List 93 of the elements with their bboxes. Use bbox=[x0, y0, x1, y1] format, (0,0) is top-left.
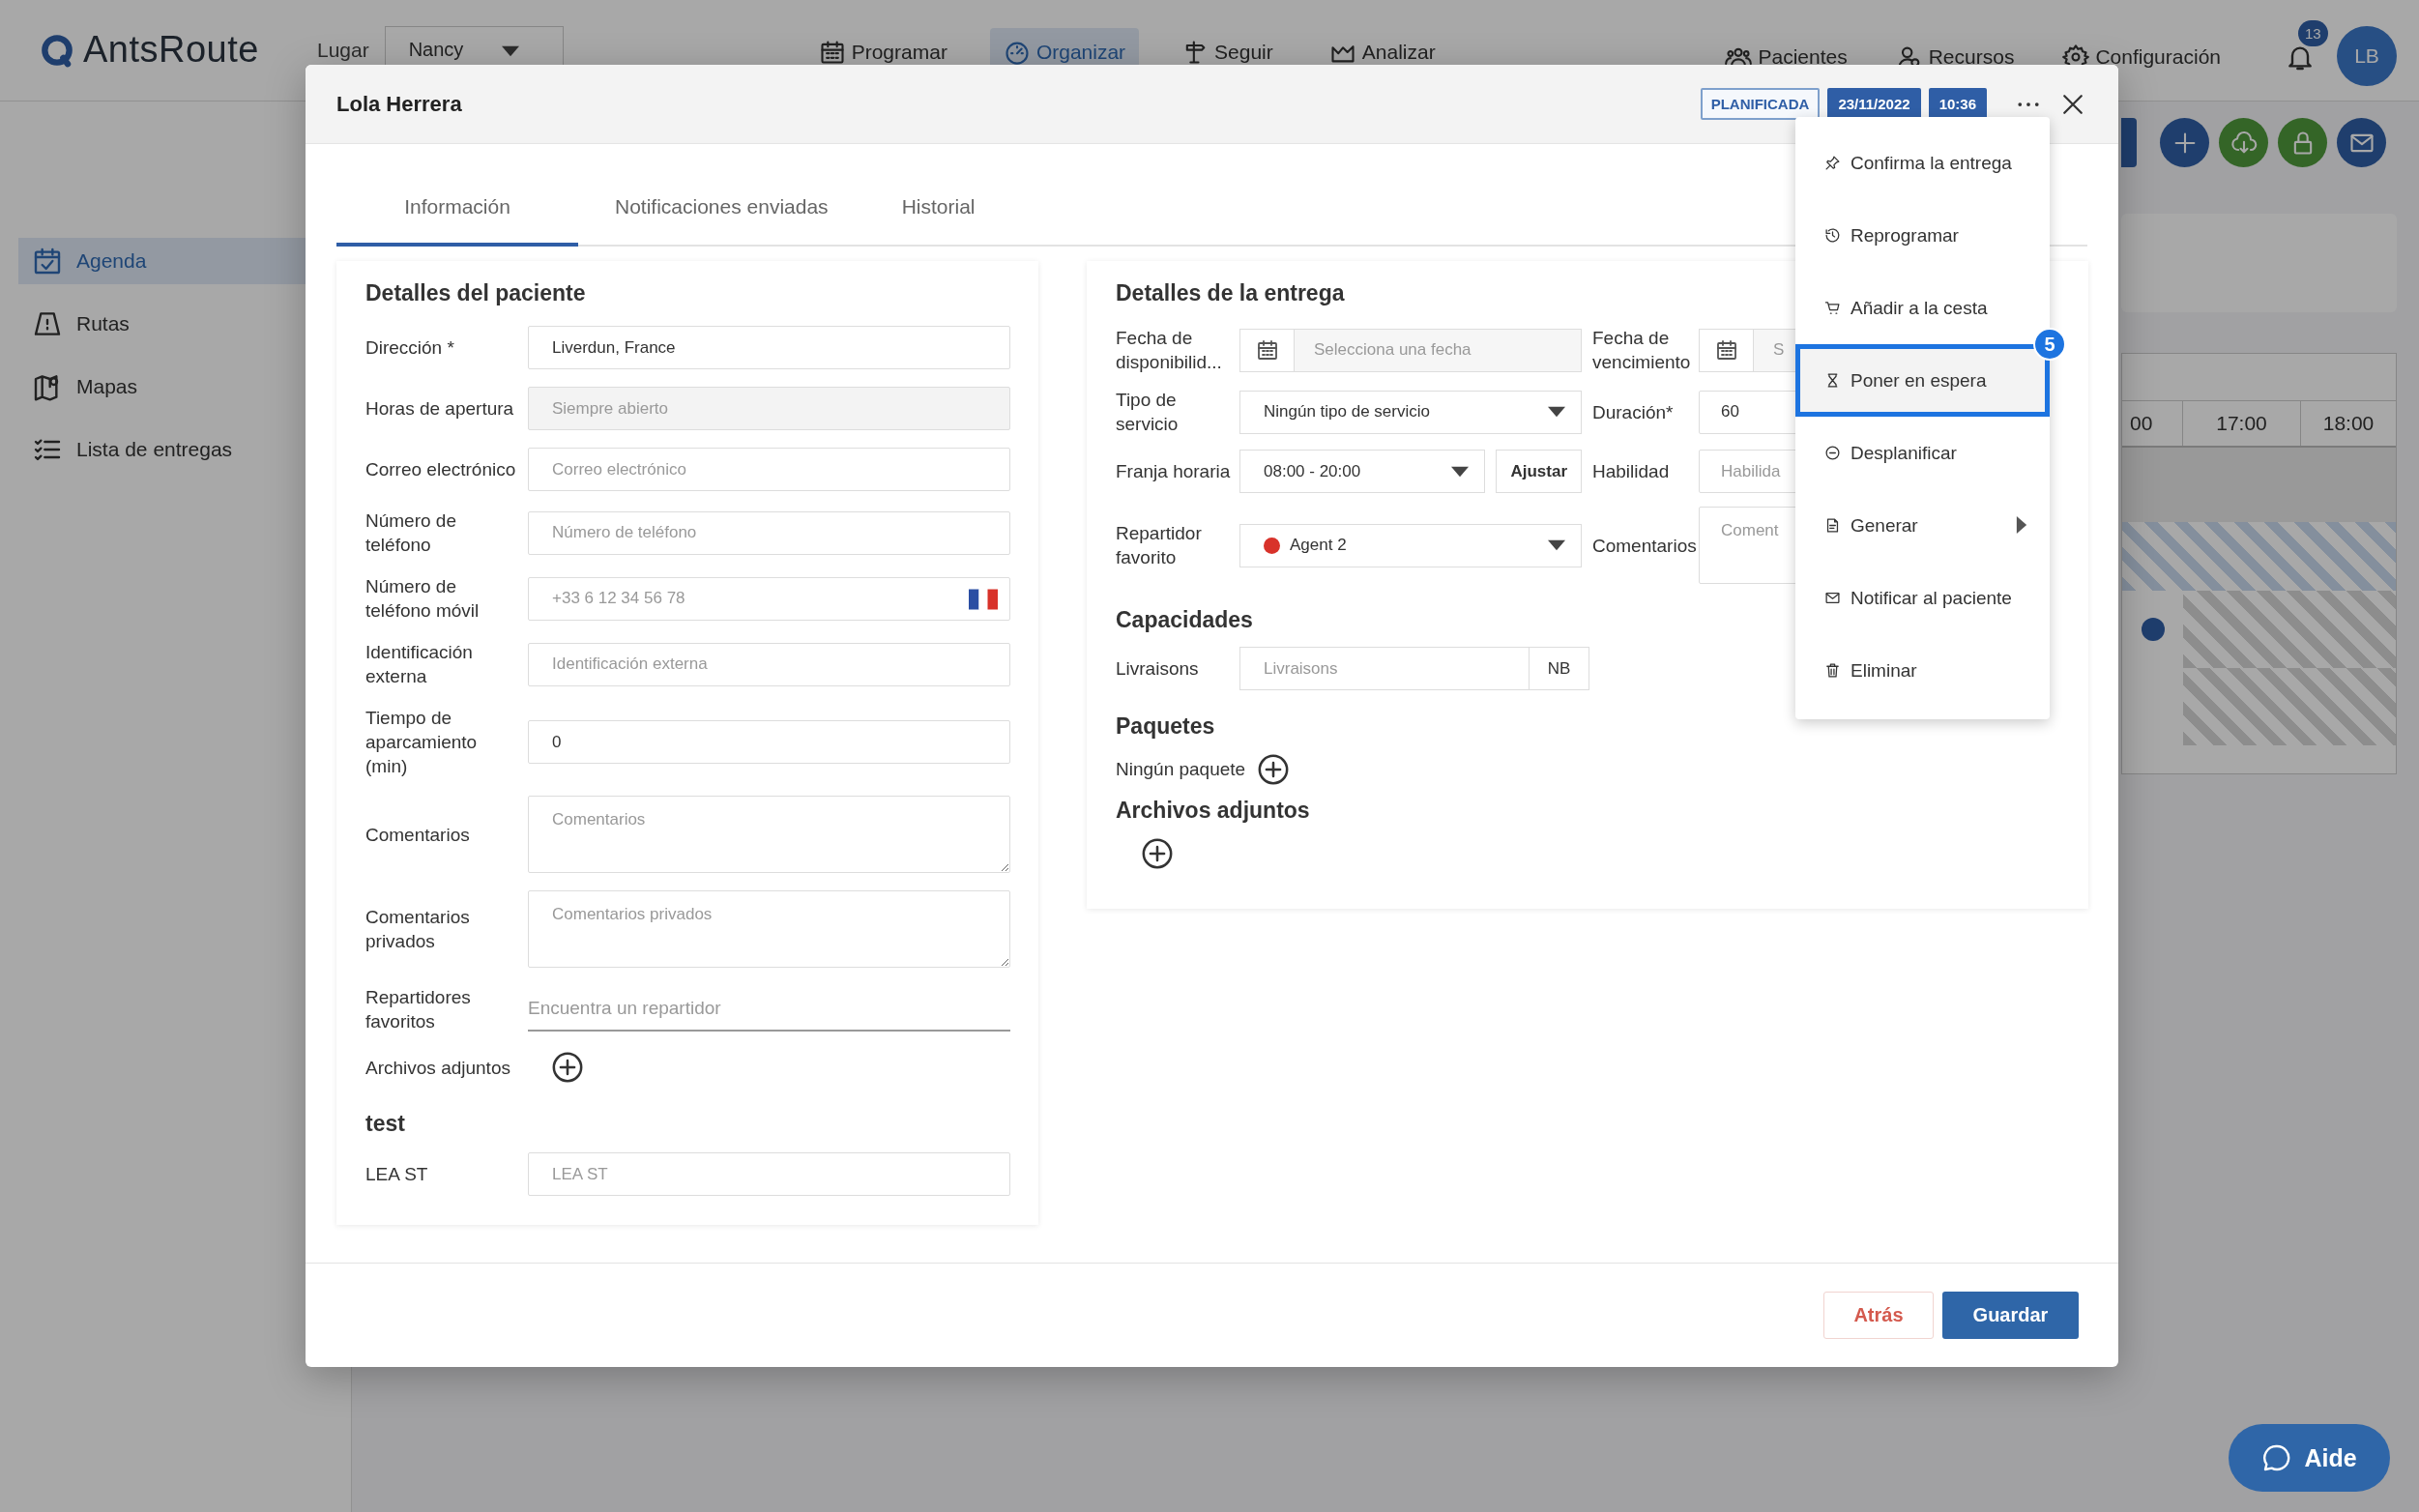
avatar[interactable]: LB bbox=[2337, 26, 2397, 86]
field-label: Correo electrónico bbox=[365, 458, 517, 481]
field-label: Horas de apertura bbox=[365, 397, 515, 421]
select-field[interactable]: Agent 2 bbox=[1239, 523, 1582, 567]
document-icon bbox=[1824, 517, 1841, 534]
time-label: 18:00 bbox=[2322, 412, 2375, 435]
menu-item[interactable]: Generar bbox=[1795, 489, 2050, 562]
field-label: Identificación externa bbox=[365, 641, 474, 688]
add-button[interactable] bbox=[2160, 118, 2209, 167]
menu-item[interactable]: Confirma la entrega bbox=[1795, 127, 2050, 199]
mail-button[interactable] bbox=[2337, 118, 2386, 167]
field-label: Tipo de servicio bbox=[1116, 389, 1180, 436]
modal-title: Lola Herrera bbox=[336, 91, 462, 117]
app-logo[interactable]: AntsRoute bbox=[83, 29, 259, 71]
text-area[interactable]: Comentarios bbox=[528, 796, 1010, 873]
time-label: 17:00 bbox=[2216, 412, 2267, 435]
field-label: Dirección * bbox=[365, 336, 455, 360]
save-button[interactable]: Guardar bbox=[1942, 1292, 2079, 1339]
trash-icon bbox=[1824, 662, 1841, 679]
sidebar-item[interactable]: Rutas bbox=[18, 301, 351, 347]
input-field[interactable]: LEA ST bbox=[528, 1152, 1010, 1196]
section-title: Detalles del paciente bbox=[365, 280, 587, 306]
sidebar-item[interactable]: Lista de entregas bbox=[18, 426, 351, 473]
adjust-button[interactable]: Ajustar bbox=[1496, 450, 1582, 493]
unit-label: NB bbox=[1530, 647, 1589, 690]
input-field[interactable]: 0 bbox=[528, 720, 1010, 764]
tab[interactable]: Historial bbox=[864, 170, 1012, 247]
quantity-field[interactable]: Livraisons bbox=[1239, 647, 1530, 690]
input-field[interactable]: Identificación externa bbox=[528, 642, 1010, 686]
cart-icon bbox=[1824, 300, 1841, 316]
nav-item[interactable]: Configuración bbox=[2049, 33, 2234, 81]
input-field[interactable]: Correo electrónico bbox=[528, 448, 1010, 491]
back-button[interactable]: Atrás bbox=[1823, 1292, 1934, 1339]
field-label: Archivos adjuntos bbox=[365, 1056, 511, 1080]
lock-button[interactable] bbox=[2278, 118, 2327, 167]
empty-message: Ningún paquete bbox=[1116, 759, 1246, 780]
route-marker bbox=[2141, 618, 2165, 641]
section-title: test bbox=[365, 1111, 406, 1137]
input-field[interactable]: Número de teléfono bbox=[528, 510, 1010, 555]
add-icon[interactable] bbox=[1141, 837, 1174, 870]
select-field[interactable]: 08:00 - 20:00 bbox=[1239, 450, 1486, 493]
status-badge: PLANIFICADA bbox=[1700, 88, 1821, 120]
add-icon[interactable] bbox=[1257, 753, 1291, 786]
input-field: Siempre abierto bbox=[528, 387, 1010, 430]
pin-icon bbox=[1824, 155, 1841, 171]
section-title: Capacidades bbox=[1116, 607, 1254, 633]
tab[interactable]: Notificaciones enviadas bbox=[578, 170, 865, 247]
field-label: Comentarios bbox=[365, 823, 471, 847]
nav-item[interactable]: Pacientes bbox=[1711, 33, 1861, 81]
field-label: Número de teléfono bbox=[365, 509, 457, 557]
field-label: Duración* bbox=[1592, 400, 1675, 424]
menu-item[interactable]: Eliminar bbox=[1795, 634, 2050, 707]
input-field[interactable]: Liverdun, France bbox=[528, 326, 1010, 369]
time-label: 00 bbox=[2130, 412, 2153, 435]
minus-circle-icon bbox=[1824, 445, 1841, 461]
field-label: Fecha de disponibilid... bbox=[1116, 327, 1223, 374]
notification-badge: 13 bbox=[2298, 20, 2328, 46]
field-label: LEA ST bbox=[365, 1163, 429, 1186]
nav-item[interactable]: Recursos bbox=[1881, 33, 2028, 81]
help-button[interactable]: Aide bbox=[2229, 1424, 2390, 1492]
field-label: Livraisons bbox=[1116, 657, 1200, 681]
field-label: Comentarios bbox=[1592, 534, 1698, 558]
sidebar-item[interactable]: Mapas bbox=[18, 363, 351, 410]
section-title: Paquetes bbox=[1116, 713, 1216, 740]
calendar-icon bbox=[1714, 338, 1738, 362]
select-field[interactable]: Ningún tipo de servicio bbox=[1239, 390, 1582, 434]
nav-item[interactable]: Seguir bbox=[1168, 28, 1287, 76]
location-select[interactable]: Nancy bbox=[384, 26, 564, 65]
field-label: Repartidores favoritos bbox=[365, 986, 472, 1033]
field-label: Tiempo de aparcamiento (min) bbox=[365, 707, 479, 778]
calendar-icon bbox=[818, 39, 846, 66]
menu-item[interactable]: Desplanificar bbox=[1795, 417, 2050, 489]
download-button[interactable] bbox=[2219, 118, 2268, 167]
calendar-check-icon bbox=[32, 246, 63, 276]
field-label: Habilidad bbox=[1592, 460, 1671, 483]
section-title: Archivos adjuntos bbox=[1116, 798, 1311, 824]
field-label: Número de teléfono móvil bbox=[365, 575, 481, 623]
section-title: Detalles de la entrega bbox=[1116, 280, 1346, 306]
nav-item[interactable]: Programar bbox=[804, 28, 961, 76]
field-label: Franja horaria bbox=[1116, 460, 1232, 483]
nav-item[interactable]: Analizar bbox=[1315, 28, 1449, 76]
tab[interactable]: Información bbox=[336, 170, 578, 247]
phone-field[interactable]: +33 6 12 34 56 78 bbox=[528, 576, 1010, 621]
menu-item[interactable]: Notificar al paciente bbox=[1795, 562, 2050, 634]
text-area[interactable]: Comentarios privados bbox=[528, 890, 1010, 968]
history-icon bbox=[1824, 227, 1841, 244]
field-label: Repartidor favorito bbox=[1116, 522, 1203, 569]
menu-item[interactable]: Reprogramar bbox=[1795, 199, 2050, 272]
field-label: Fecha de vencimiento bbox=[1592, 327, 1692, 374]
location-label: Lugar bbox=[316, 39, 369, 62]
mail-icon bbox=[1824, 590, 1841, 606]
add-icon[interactable] bbox=[551, 1051, 584, 1084]
field-label: Comentarios privados bbox=[365, 906, 471, 953]
